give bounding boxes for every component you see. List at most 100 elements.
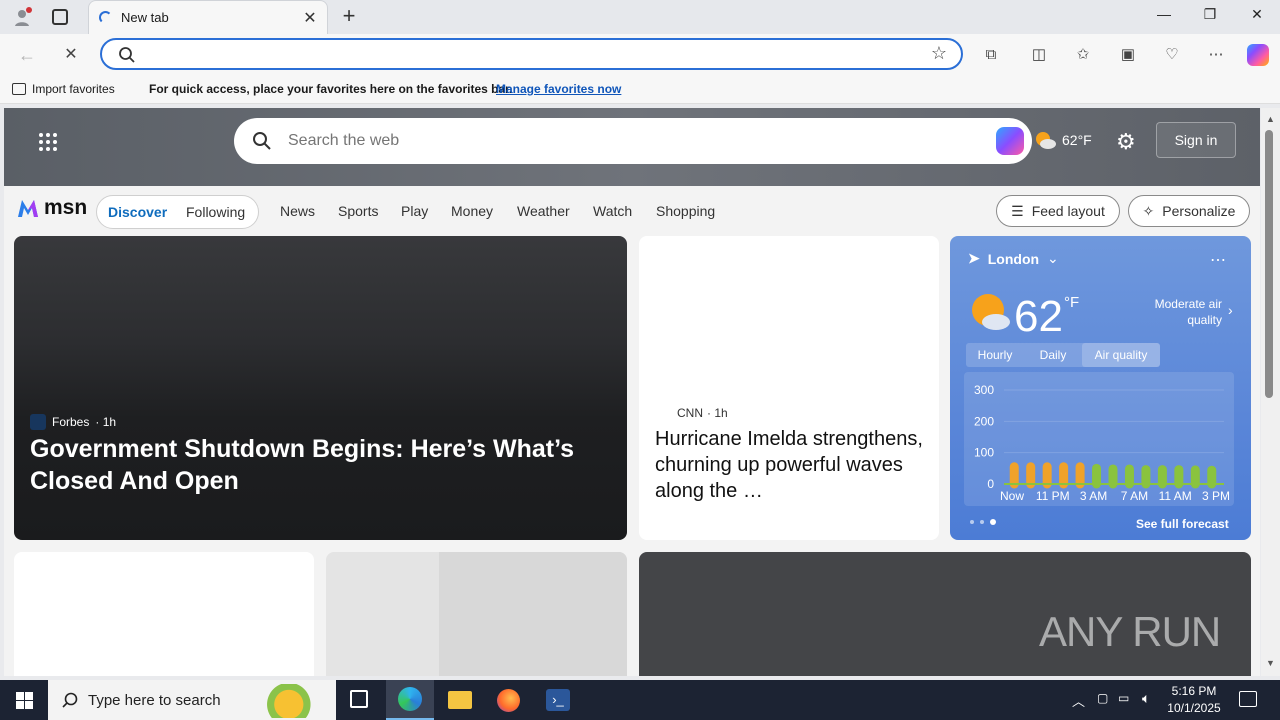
story-card[interactable] [326,552,627,676]
sign-in-button[interactable]: Sign in [1156,122,1236,158]
copilot-search-icon[interactable] [996,127,1024,155]
see-full-forecast-link[interactable]: See full forecast [1136,517,1229,531]
story-source: CNN [677,406,703,420]
carousel-dot [980,520,984,524]
start-button[interactable] [0,680,48,720]
msn-logo-text: msn [44,196,88,219]
minimize-button[interactable]: — [1144,6,1184,22]
search-icon [119,47,135,63]
x-tick-label: 3 PM [1202,489,1230,503]
side-story-card[interactable]: CNN · 1h Hurricane Imelda strengthens, c… [639,236,939,540]
aq-chart-panel: 0 100 200 300 Now 11 PM 3 AM 7 AM 11 AM 3 PM [964,372,1234,506]
nav-news[interactable]: News [280,203,315,219]
import-favorites-button[interactable]: Import favorites [12,82,115,96]
collections-icon[interactable]: ▣ [1117,44,1139,66]
tray-chevron-icon[interactable]: ︿ [1072,691,1085,710]
favorites-icon[interactable]: ✩ [1072,44,1094,66]
personalize-button[interactable]: ✧ Personalize [1128,195,1250,227]
search-icon [253,132,271,150]
chevron-right-icon[interactable]: › [1228,302,1233,318]
personalize-label: Personalize [1162,203,1236,219]
nav-watch[interactable]: Watch [593,203,632,219]
back-icon[interactable]: ← [16,44,38,66]
source-row: CNN · 1h [677,406,728,420]
manage-favorites-link[interactable]: Manage favorites now [496,82,621,96]
close-tab-icon[interactable]: ✕ [301,8,319,28]
nav-play[interactable]: Play [401,203,428,219]
x-tick-label: 7 AM [1121,489,1148,503]
apps-launcher-icon[interactable] [38,132,58,152]
sign-in-label: Sign in [1174,132,1218,148]
msn-page: 62°F ⚙ Sign in msn Discover Following Ne… [4,108,1260,676]
main-headline[interactable]: Government Shutdown Begins: Here’s What’… [30,433,620,497]
forbes-logo-icon [30,414,46,430]
story-age: · 1h [95,415,117,429]
scroll-thumb[interactable] [1265,130,1273,398]
tab-actions-icon[interactable] [52,9,68,25]
side-headline[interactable]: Hurricane Imelda strengthens, churning u… [655,426,925,504]
feed-layout-label: Feed layout [1031,203,1105,219]
scroll-down-arrow-icon[interactable]: ▼ [1266,658,1275,668]
nav-sports[interactable]: Sports [338,203,378,219]
source-row: Forbes · 1h [30,414,116,430]
weather-mini[interactable]: 62°F [1034,130,1092,150]
nav-weather[interactable]: Weather [517,203,570,219]
story-card[interactable] [14,552,314,676]
settings-gear-icon[interactable]: ⚙ [1116,129,1136,155]
browser-essentials-icon[interactable]: ♡ [1161,44,1183,66]
scroll-up-arrow-icon[interactable]: ▲ [1266,114,1275,124]
search-highlight-image [260,684,332,718]
air-quality-summary[interactable]: Moderate air quality [1130,296,1222,328]
sliders-icon: ☰ [1011,202,1024,219]
volume-icon[interactable]: 🔈︎ [1142,690,1150,707]
powershell-icon[interactable]: ›_ [546,689,570,711]
stop-loading-icon[interactable]: ✕ [60,44,82,66]
story-age: · 1h [707,406,728,420]
story-card[interactable]: ANY RUN [639,552,1251,676]
clock[interactable]: 5:16 PM 10/1/2025 [1164,683,1224,717]
network-icon[interactable]: ▭ [1118,691,1129,705]
profile-icon[interactable] [12,7,32,27]
nav-money[interactable]: Money [451,203,493,219]
address-input[interactable] [142,44,902,64]
file-explorer-icon[interactable] [448,691,472,709]
tab-air-quality[interactable]: Air quality [1082,343,1160,367]
msn-search-box[interactable] [234,118,1032,164]
location-button[interactable]: ➤ London ⌄ [968,250,1059,267]
more-menu-icon[interactable]: ⋯ [1205,44,1227,66]
carousel-dot-active [990,519,996,525]
favorite-star-icon[interactable]: ☆ [931,43,947,64]
msn-logo[interactable]: msn [16,196,87,220]
address-bar[interactable]: ☆ [100,38,963,70]
tab-daily[interactable]: Daily [1024,343,1082,367]
msn-search-input[interactable] [288,130,928,152]
task-view-icon[interactable] [350,690,368,708]
aq-line2: quality [1187,313,1222,327]
taskbar-search-box[interactable]: Type here to search [48,680,336,720]
split-screen-icon[interactable]: ◫ [1028,44,1050,66]
main-story-card[interactable]: Forbes · 1h Government Shutdown Begins: … [14,236,627,540]
feed-layout-button[interactable]: ☰ Feed layout [996,195,1120,227]
temp-unit: °F [1064,294,1080,311]
close-window-button[interactable]: ✕ [1237,6,1277,23]
vertical-scrollbar[interactable]: ▲ ▼ [1261,108,1280,676]
copilot-icon[interactable] [1247,44,1269,66]
firefox-icon[interactable] [497,689,520,712]
more-options-icon[interactable]: ⋯ [1210,250,1226,270]
extensions-icon[interactable]: ⧉ [980,44,1002,66]
carousel-dots[interactable] [970,519,996,525]
current-temp: 62 [1014,292,1063,341]
aq-line1: Moderate air [1154,297,1222,311]
tab-following[interactable]: Following [186,204,245,220]
tray-device-icon[interactable]: ▢ [1097,691,1108,705]
tab-new-tab[interactable]: New tab ✕ [88,0,328,34]
tab-hourly[interactable]: Hourly [966,343,1024,367]
y-tick-label: 100 [974,446,994,460]
notifications-icon[interactable] [1239,691,1257,707]
nav-shopping[interactable]: Shopping [656,203,715,219]
x-tick-label: 3 AM [1080,489,1107,503]
tab-discover[interactable]: Discover [108,204,167,220]
new-tab-button[interactable]: + [338,3,360,29]
edge-taskbar-icon[interactable] [386,680,434,720]
restore-button[interactable]: ❐ [1190,6,1230,23]
